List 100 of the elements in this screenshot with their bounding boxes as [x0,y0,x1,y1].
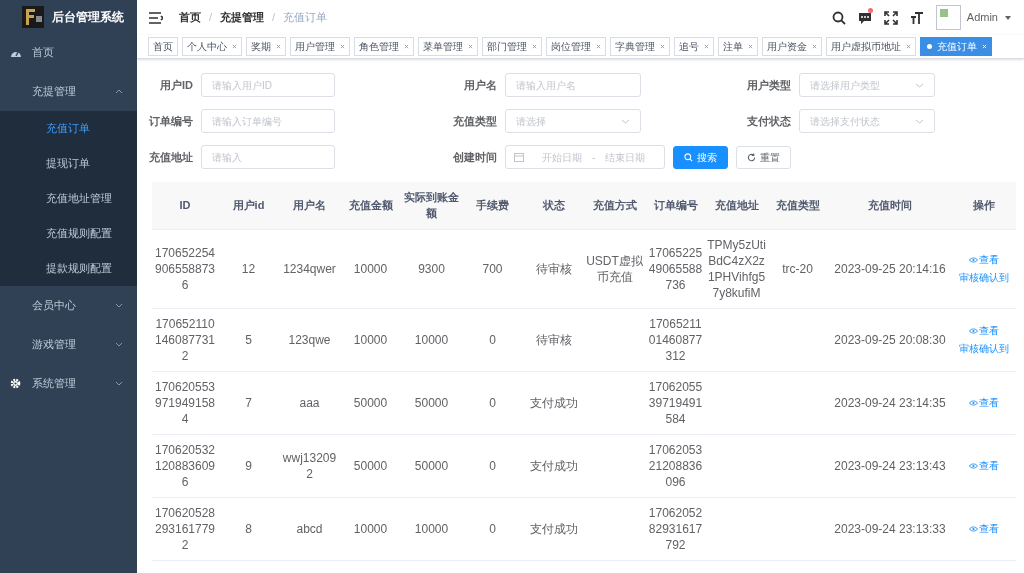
column-header: 充值类型 [767,182,828,229]
column-header: 状态 [523,182,584,229]
tab[interactable]: 岗位管理 [546,37,606,56]
table-cell: 1706521101460877312 [647,315,704,364]
close-icon[interactable] [232,44,237,49]
breadcrumb-item: 充值订单 [283,10,328,26]
field-label: 用户ID [159,77,193,93]
table-cell-text: 50000 [352,394,389,411]
calendar-icon [514,152,524,162]
column-header: 订单编号 [645,182,706,229]
table-cell-text: 12 [240,260,257,277]
table-cell-text: 0 [488,394,497,411]
message-icon[interactable] [857,10,872,25]
table-cell-text: 10000 [352,520,389,537]
close-icon[interactable] [340,44,345,49]
table-cell-text: 2023-09-24 23:13:43 [833,457,947,474]
table-cell: 1706205282931617792 [647,504,704,553]
table-cell-text: 50000 [413,394,450,411]
close-icon[interactable] [404,44,409,49]
table-cell: USDT虚拟币充值 [585,252,644,285]
table-cell-text: 0 [488,457,497,474]
table-cell-text: 2023-09-24 23:13:33 [833,520,947,537]
close-icon[interactable] [704,44,709,49]
close-icon[interactable] [906,44,911,49]
table-cell-text: 7 [244,394,253,411]
tab[interactable]: 部门管理 [482,37,542,56]
menu-item[interactable]: 系统管理 [0,364,137,403]
menu-item[interactable]: 充提管理 [0,72,137,111]
refresh-icon [747,152,756,162]
menu-icon[interactable] [149,11,163,24]
range-separator: - [592,150,596,165]
table-cell-text: 2023-09-24 23:14:35 [833,394,947,411]
menu-item[interactable]: 首页 [0,33,137,72]
table-cell-text: 0 [488,520,497,537]
breadcrumb-separator: / [209,10,213,26]
tab[interactable]: 个人中心 [182,37,242,56]
font-size-icon[interactable] [909,10,924,25]
table-cell: 1706205539719491584 [647,378,704,427]
caret-icon[interactable] [1004,14,1012,21]
fullscreen-icon[interactable] [883,10,898,25]
chevron-down-icon [915,82,924,88]
submenu-item[interactable]: 充值地址管理 [0,181,137,216]
submenu-item[interactable]: 充值规则配置 [0,216,137,251]
tab[interactable]: 角色管理 [354,37,414,56]
logo-icon [22,5,44,28]
table-cell: 1706205539719491584 [154,378,216,427]
tab[interactable]: 首页 [148,37,178,56]
table-cell: 1706522549065588736 [647,244,704,293]
breadcrumb-separator: / [272,10,276,26]
submenu-item[interactable]: 充值订单 [0,111,137,146]
tab[interactable]: 菜单管理 [418,37,478,56]
table-cell-text: 50000 [352,457,389,474]
table-cell: 1706205282931617792 [154,504,216,553]
submenu-item[interactable]: 提现订单 [0,146,137,181]
table-cell-text: 0 [488,331,497,348]
search-icon[interactable] [831,10,846,25]
table-cell-text: 50000 [413,457,450,474]
column-header: 实际到账金额 [401,182,462,229]
breadcrumb-item[interactable]: 充提管理 [220,9,265,26]
column-header: 充值时间 [828,182,952,229]
close-icon[interactable] [748,44,753,49]
search-icon [684,152,693,162]
app-title: 后台管理系统 [52,8,124,26]
submenu-item[interactable]: 提款规则配置 [0,251,137,286]
avatar-image[interactable] [935,5,961,30]
tab[interactable]: 奖期 [246,37,286,56]
close-icon[interactable] [532,44,537,49]
gear-icon [10,378,21,389]
eye-icon [969,327,978,334]
table-cell-text: 8 [244,520,253,537]
close-icon[interactable] [812,44,817,49]
tab[interactable]: 用户资金 [762,37,822,56]
close-icon[interactable] [660,44,665,49]
table-cell-text: 待审核 [534,260,573,277]
column-header: 用户名 [279,182,340,229]
table-cell-text: 10000 [413,520,450,537]
column-header: 充值方式 [584,182,645,229]
tab[interactable]: 字典管理 [610,37,670,56]
field-label: 支付状态 [746,113,791,129]
close-icon[interactable] [596,44,601,49]
field-label: 充值类型 [452,113,497,129]
tab[interactable]: 追号 [674,37,714,56]
menu-item[interactable]: 游戏管理 [0,325,137,364]
table-cell-text: wwj132092 [281,449,338,482]
column-header: 手续费 [462,182,523,229]
table-cell-text: 5 [244,331,253,348]
tab[interactable]: 注单 [718,37,758,56]
close-icon[interactable] [468,44,473,49]
tab[interactable]: 用户管理 [290,37,350,56]
column-header: 充值金额 [340,182,401,229]
menu-item[interactable]: 会员中心 [0,286,137,325]
reset-button[interactable]: 重置 [736,145,791,169]
table-cell: 1706522549065588736 [154,244,216,293]
breadcrumb-item[interactable]: 首页 [179,9,201,26]
table-cell: 1706205321208836096 [154,441,216,490]
table-cell-text: abcd [295,520,324,537]
user-name[interactable]: Admin [966,9,998,26]
close-icon[interactable] [276,44,281,49]
tab[interactable]: 用户虚拟币地址 [826,37,916,56]
table-cell-text: 支付成功 [528,520,579,537]
